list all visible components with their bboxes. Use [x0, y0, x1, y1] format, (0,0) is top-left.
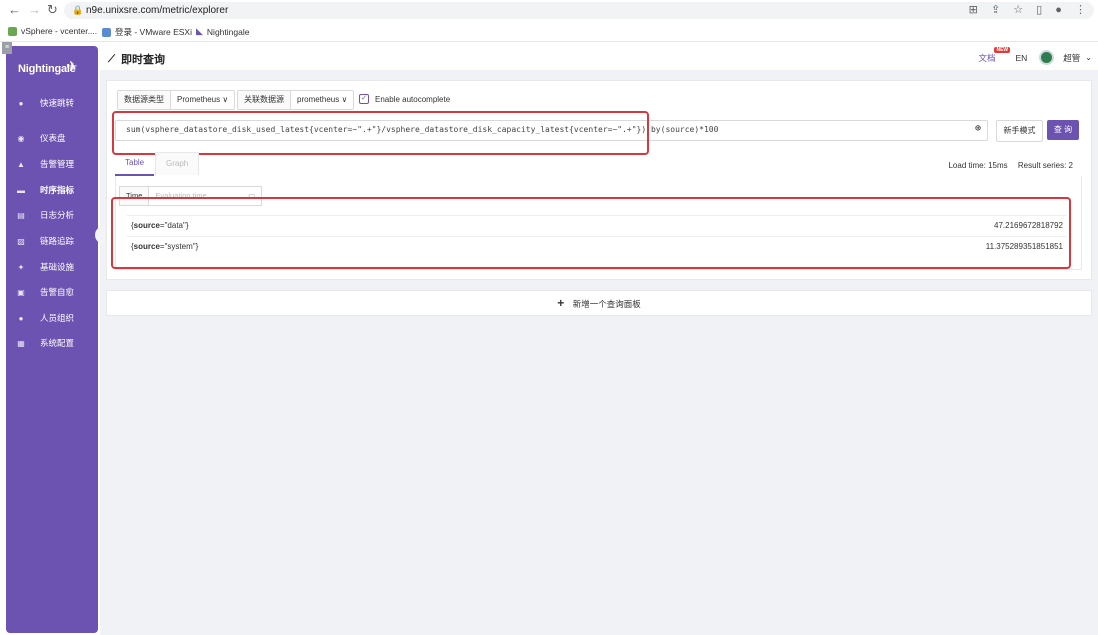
url-text: n9e.unixsre.com/metric/explorer [86, 5, 229, 16]
bookmark-esxi[interactable]: 登录 - VMware ESXi [102, 26, 192, 38]
dashboard-icon: ◉ [17, 133, 25, 143]
page-title: ⟋ 即时查询 [108, 53, 165, 67]
sidebar-item-label: 仪表盘 [40, 133, 66, 143]
autocomplete-checkbox[interactable]: ✓ Enable autocomplete [359, 94, 450, 104]
user-icon: ● [18, 313, 24, 323]
docs-link[interactable]: 文档 NEW [978, 46, 1011, 64]
sidebar-item-label: 告警自愈 [40, 287, 75, 297]
sidebar-item-label: 系统配置 [40, 338, 75, 348]
result-tabs: Table Graph [115, 152, 1080, 176]
sidebar-item-self-heal[interactable]: ▣ 告警自愈 [6, 282, 98, 302]
sidebar: Nightingale ✈ ● 快速跳转 ◉ 仪表盘 ▲ 告警管理 ▬ 时序指标… [6, 46, 105, 633]
sidebar-item-label: 基础设施 [40, 262, 75, 272]
sidepanel-icon[interactable]: ▯ [1036, 4, 1042, 16]
query-panel: 数据源类型 Prometheus ∨ 关联数据源 prometheus ∨ ✓ … [106, 80, 1092, 280]
forward-icon[interactable]: → [28, 3, 41, 17]
globe-icon[interactable]: ⊕ [975, 123, 981, 134]
result-series-count: Result series: 2 [1017, 161, 1073, 170]
sidebar-item-settings[interactable]: ▦ 系统配置 [6, 333, 98, 353]
add-query-panel-button[interactable]: + 新增一个查询面板 [106, 290, 1092, 316]
menu-icon[interactable]: ⋮ [1075, 4, 1086, 16]
datasource-value[interactable]: prometheus ∨ [291, 91, 353, 109]
chevron-down-icon: ∨ [222, 95, 229, 104]
sidebar-item-label: 快速跳转 [40, 98, 75, 108]
reload-icon[interactable]: ↻ [47, 3, 58, 17]
esxi-favicon-icon [102, 27, 111, 37]
result-meta: Load time: 15ms Result series: 2 [948, 161, 1073, 170]
share-icon[interactable]: ⇪ [991, 4, 1000, 16]
trace-icon: ▨ [17, 236, 25, 246]
sidebar-item-infra[interactable]: ✦ 基础设施 [6, 257, 98, 277]
novice-mode-button[interactable]: 新手模式 [996, 120, 1043, 142]
sidebar-item-label: 链路追踪 [40, 236, 75, 246]
translate-icon[interactable]: ⊞ [969, 4, 978, 16]
new-badge: NEW [994, 46, 1011, 53]
plus-icon: + [557, 296, 565, 310]
sidebar-item-label: 日志分析 [40, 210, 75, 220]
heal-icon: ▣ [17, 287, 25, 297]
chevron-down-icon[interactable]: ⌄ [1085, 53, 1092, 62]
page-header: ⟋ 即时查询 文档 NEW EN 超管 ⌄ [106, 46, 1096, 68]
back-icon[interactable]: ← [8, 3, 21, 17]
language-switch[interactable]: EN [1015, 53, 1027, 63]
sidebar-item-alarm[interactable]: ▲ 告警管理 [6, 154, 98, 174]
avatar[interactable] [1039, 50, 1055, 65]
metrics-icon: ▬ [17, 185, 25, 195]
sidebar-item-metrics[interactable]: ▬ 时序指标 [6, 180, 98, 200]
browser-toolbar: ← → ↻ 🔒 n9e.unixsre.com/metric/explorer … [0, 0, 1098, 21]
tab-graph[interactable]: Graph [155, 152, 200, 175]
annotation-highlight-query [112, 111, 649, 155]
line-chart-icon: ⟋ [108, 53, 115, 65]
infra-icon: ✦ [17, 262, 25, 272]
checkmark-icon[interactable]: ✓ [359, 94, 369, 104]
search-icon: ● [18, 98, 24, 108]
star-icon[interactable]: ☆ [1013, 4, 1023, 16]
chevron-down-icon: ∨ [341, 95, 348, 104]
nightingale-favicon-icon: ◣ [196, 26, 203, 36]
sidebar-item-label: 时序指标 [40, 185, 75, 195]
profile-icon[interactable]: ● [1055, 4, 1062, 16]
datasource-type-select[interactable]: 数据源类型 Prometheus ∨ [117, 90, 236, 110]
sidebar-item-label: 人员组织 [40, 313, 75, 323]
sidebar-item-tracing[interactable]: ▨ 链路追踪 [6, 231, 98, 251]
sidebar-item-quick-jump[interactable]: ● 快速跳转 [6, 93, 98, 113]
vsphere-favicon-icon [8, 26, 17, 36]
bookmark-nightingale[interactable]: ◣ Nightingale [196, 26, 249, 37]
sidebar-item-logs[interactable]: ▤ 日志分析 [6, 205, 98, 225]
bookmark-vsphere[interactable]: vSphere - vcenter.... [8, 26, 97, 36]
sidebar-item-dashboard[interactable]: ◉ 仪表盘 [6, 128, 98, 148]
datasource-type-value[interactable]: Prometheus ∨ [171, 91, 234, 109]
bookmarks-bar: vSphere - vcenter.... 登录 - VMware ESXi ◣… [0, 21, 1098, 42]
settings-icon: ▦ [17, 338, 25, 348]
address-bar[interactable]: 🔒 n9e.unixsre.com/metric/explorer [64, 2, 1094, 19]
lock-icon: 🔒 [72, 5, 84, 15]
log-icon: ▤ [17, 210, 25, 220]
alarm-icon: ▲ [17, 159, 25, 169]
query-button[interactable]: 查 询 [1047, 120, 1079, 140]
annotation-highlight-results [111, 197, 1071, 269]
datasource-select[interactable]: 关联数据源 prometheus ∨ [237, 90, 355, 110]
load-time: Load time: 15ms [948, 161, 1008, 170]
user-name[interactable]: 超管 [1063, 52, 1080, 64]
sidebar-item-users[interactable]: ● 人员组织 [6, 308, 98, 328]
tab-table[interactable]: Table [115, 152, 155, 176]
header-actions: 文档 NEW EN 超管 ⌄ [978, 46, 1092, 65]
sidebar-item-label: 告警管理 [40, 159, 75, 169]
edge-tab-icon[interactable]: ≡ [2, 42, 12, 54]
nightingale-bird-icon: ✈ [66, 58, 78, 74]
